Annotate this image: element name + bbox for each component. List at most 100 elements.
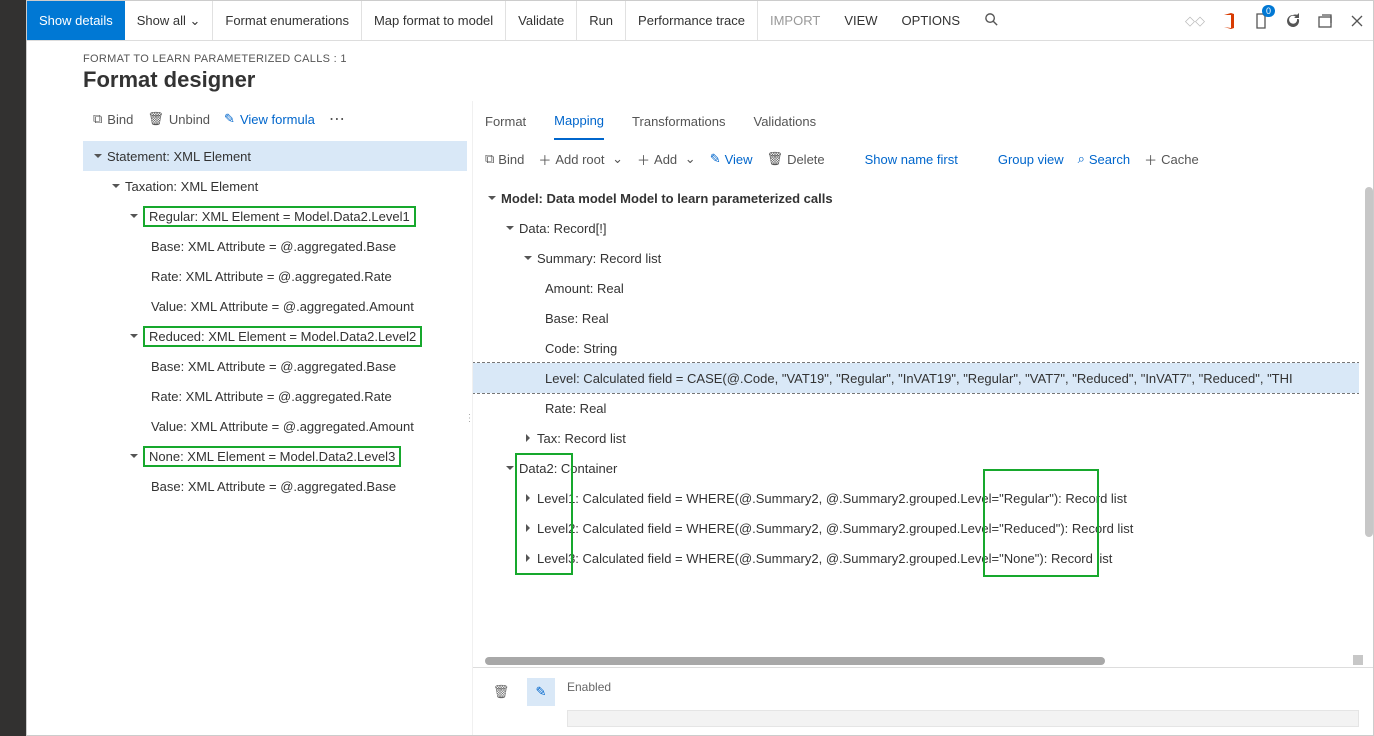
task-recorder-icon[interactable]: 0 [1245, 1, 1277, 40]
more-button[interactable]: ⋯ [329, 109, 346, 129]
tree-node[interactable]: Value: XML Attribute = @.aggregated.Amou… [83, 411, 467, 441]
mapping-toolbar: ⧉Bind ＋Add root ⌄ ＋Add ⌄ ✎View 🗑Delete S… [473, 141, 1373, 177]
expand-icon[interactable] [519, 493, 537, 503]
tree-node-regular[interactable]: Regular: XML Element = Model.Data2.Level… [83, 201, 467, 231]
add-root-button[interactable]: ＋Add root ⌄ [538, 150, 623, 169]
mapping-tree[interactable]: Model: Data model Model to learn paramet… [473, 177, 1359, 655]
tree-node[interactable]: Base: XML Attribute = @.aggregated.Base [83, 351, 467, 381]
expand-icon[interactable] [519, 553, 537, 563]
chevron-down-icon: ⌄ [189, 13, 200, 29]
page-header: FORMAT TO LEARN PARAMETERIZED CALLS : 1 … [27, 41, 1373, 101]
expand-icon[interactable] [519, 523, 537, 533]
scrollbar-corner [1353, 655, 1363, 665]
tree-node-data2[interactable]: Data2: Container [473, 453, 1359, 483]
attach-icon[interactable]: ◇◇ [1177, 1, 1213, 40]
vertical-scrollbar[interactable] [1365, 187, 1373, 537]
tree-node-level3[interactable]: Level3: Calculated field = WHERE(@.Summa… [473, 543, 1359, 573]
cmd-search[interactable] [972, 1, 1011, 40]
tree-node-data[interactable]: Data: Record[!] [473, 213, 1359, 243]
collapse-icon[interactable] [501, 223, 519, 233]
tree-node[interactable]: Rate: Real [473, 393, 1359, 423]
tab-validations[interactable]: Validations [753, 104, 816, 139]
view-formula-button[interactable]: ✎View formula [224, 111, 315, 127]
plus-icon: ＋ [1144, 150, 1157, 169]
format-tree[interactable]: Statement: XML Element Taxation: XML Ele… [83, 137, 467, 735]
tree-node-reduced[interactable]: Reduced: XML Element = Model.Data2.Level… [83, 321, 467, 351]
cmd-options[interactable]: OPTIONS [890, 1, 973, 40]
bind-button[interactable]: ⧉Bind [93, 111, 133, 127]
pencil-icon: ✎ [224, 111, 235, 127]
close-icon[interactable] [1341, 1, 1373, 40]
breadcrumb: FORMAT TO LEARN PARAMETERIZED CALLS : 1 [83, 53, 1353, 65]
show-name-first-button[interactable]: Show name first [865, 152, 958, 167]
mapping-panel: Format Mapping Transformations Validatio… [472, 101, 1373, 735]
cmd-performance-trace[interactable]: Performance trace [626, 1, 758, 40]
tree-node-level1[interactable]: Level1: Calculated field = WHERE(@.Summa… [473, 483, 1359, 513]
page-title: Format designer [83, 67, 1353, 93]
tree-node-model[interactable]: Model: Data model Model to learn paramet… [473, 183, 1359, 213]
enabled-label: Enabled [567, 678, 1359, 694]
cache-button[interactable]: ＋Cache [1144, 150, 1199, 169]
search-icon [984, 12, 999, 30]
view-button[interactable]: ✎View [710, 151, 753, 167]
tab-transformations[interactable]: Transformations [632, 104, 725, 139]
tab-format[interactable]: Format [485, 104, 526, 139]
tree-node-statement[interactable]: Statement: XML Element [83, 141, 467, 171]
left-rail [0, 0, 26, 736]
tree-node[interactable]: Code: String [473, 333, 1359, 363]
enabled-input[interactable] [567, 710, 1359, 727]
tree-node-tax[interactable]: Tax: Record list [473, 423, 1359, 453]
tree-node[interactable]: Base: XML Attribute = @.aggregated.Base [83, 231, 467, 261]
collapse-icon[interactable] [501, 463, 519, 473]
tab-mapping[interactable]: Mapping [554, 103, 604, 140]
collapse-icon[interactable] [483, 193, 501, 203]
tree-node-taxation[interactable]: Taxation: XML Element [83, 171, 467, 201]
add-button[interactable]: ＋Add ⌄ [637, 150, 696, 169]
trash-icon: 🗑 [147, 111, 164, 127]
edit-detail-button[interactable]: ✎ [527, 678, 555, 706]
delete-button[interactable]: 🗑Delete [767, 151, 825, 167]
bind-button[interactable]: ⧉Bind [485, 151, 524, 167]
cmd-show-all[interactable]: Show all ⌄ [125, 1, 214, 40]
cmd-show-details[interactable]: Show details [27, 1, 125, 40]
cmd-view[interactable]: VIEW [832, 1, 889, 40]
tree-node[interactable]: Base: XML Attribute = @.aggregated.Base [83, 471, 467, 501]
tree-node[interactable]: Base: Real [473, 303, 1359, 333]
office-icon[interactable] [1213, 1, 1245, 40]
collapse-icon[interactable] [125, 331, 143, 341]
refresh-icon[interactable] [1277, 1, 1309, 40]
plus-icon: ＋ [637, 150, 650, 169]
tree-node[interactable]: Rate: XML Attribute = @.aggregated.Rate [83, 381, 467, 411]
collapse-icon[interactable] [107, 181, 125, 191]
group-view-button[interactable]: Group view [998, 152, 1064, 167]
collapse-icon[interactable] [125, 451, 143, 461]
tree-node[interactable]: Value: XML Attribute = @.aggregated.Amou… [83, 291, 467, 321]
search-button[interactable]: ⌕Search [1078, 151, 1130, 167]
delete-detail-button[interactable]: 🗑 [487, 678, 515, 706]
cmd-map-format-to-model[interactable]: Map format to model [362, 1, 506, 40]
format-toolbar: ⧉Bind 🗑Unbind ✎View formula ⋯ [83, 101, 467, 137]
cmd-run[interactable]: Run [577, 1, 626, 40]
tree-node[interactable]: Rate: XML Attribute = @.aggregated.Rate [83, 261, 467, 291]
tree-node-none[interactable]: None: XML Element = Model.Data2.Level3 [83, 441, 467, 471]
cmd-validate[interactable]: Validate [506, 1, 577, 40]
tree-node-summary[interactable]: Summary: Record list [473, 243, 1359, 273]
details-footer: 🗑 ✎ Enabled [473, 667, 1373, 735]
tree-node[interactable]: Amount: Real [473, 273, 1359, 303]
collapse-icon[interactable] [519, 253, 537, 263]
link-icon: ⧉ [93, 111, 102, 127]
horizontal-scrollbar[interactable] [485, 657, 1105, 665]
expand-icon[interactable] [519, 433, 537, 443]
collapse-icon[interactable] [125, 211, 143, 221]
pencil-icon: ✎ [710, 151, 721, 167]
cmd-format-enumerations[interactable]: Format enumerations [213, 1, 362, 40]
command-bar: Show details Show all ⌄ Format enumerati… [27, 1, 1373, 41]
tree-node-level2[interactable]: Level2: Calculated field = WHERE(@.Summa… [473, 513, 1359, 543]
unbind-button[interactable]: 🗑Unbind [147, 111, 210, 127]
cmd-import: IMPORT [758, 1, 832, 40]
collapse-icon[interactable] [89, 151, 107, 161]
link-icon: ⧉ [485, 151, 494, 167]
open-new-window-icon[interactable] [1309, 1, 1341, 40]
mapping-tabs: Format Mapping Transformations Validatio… [473, 101, 1373, 141]
tree-node-level[interactable]: Level: Calculated field = CASE(@.Code, "… [473, 363, 1359, 393]
